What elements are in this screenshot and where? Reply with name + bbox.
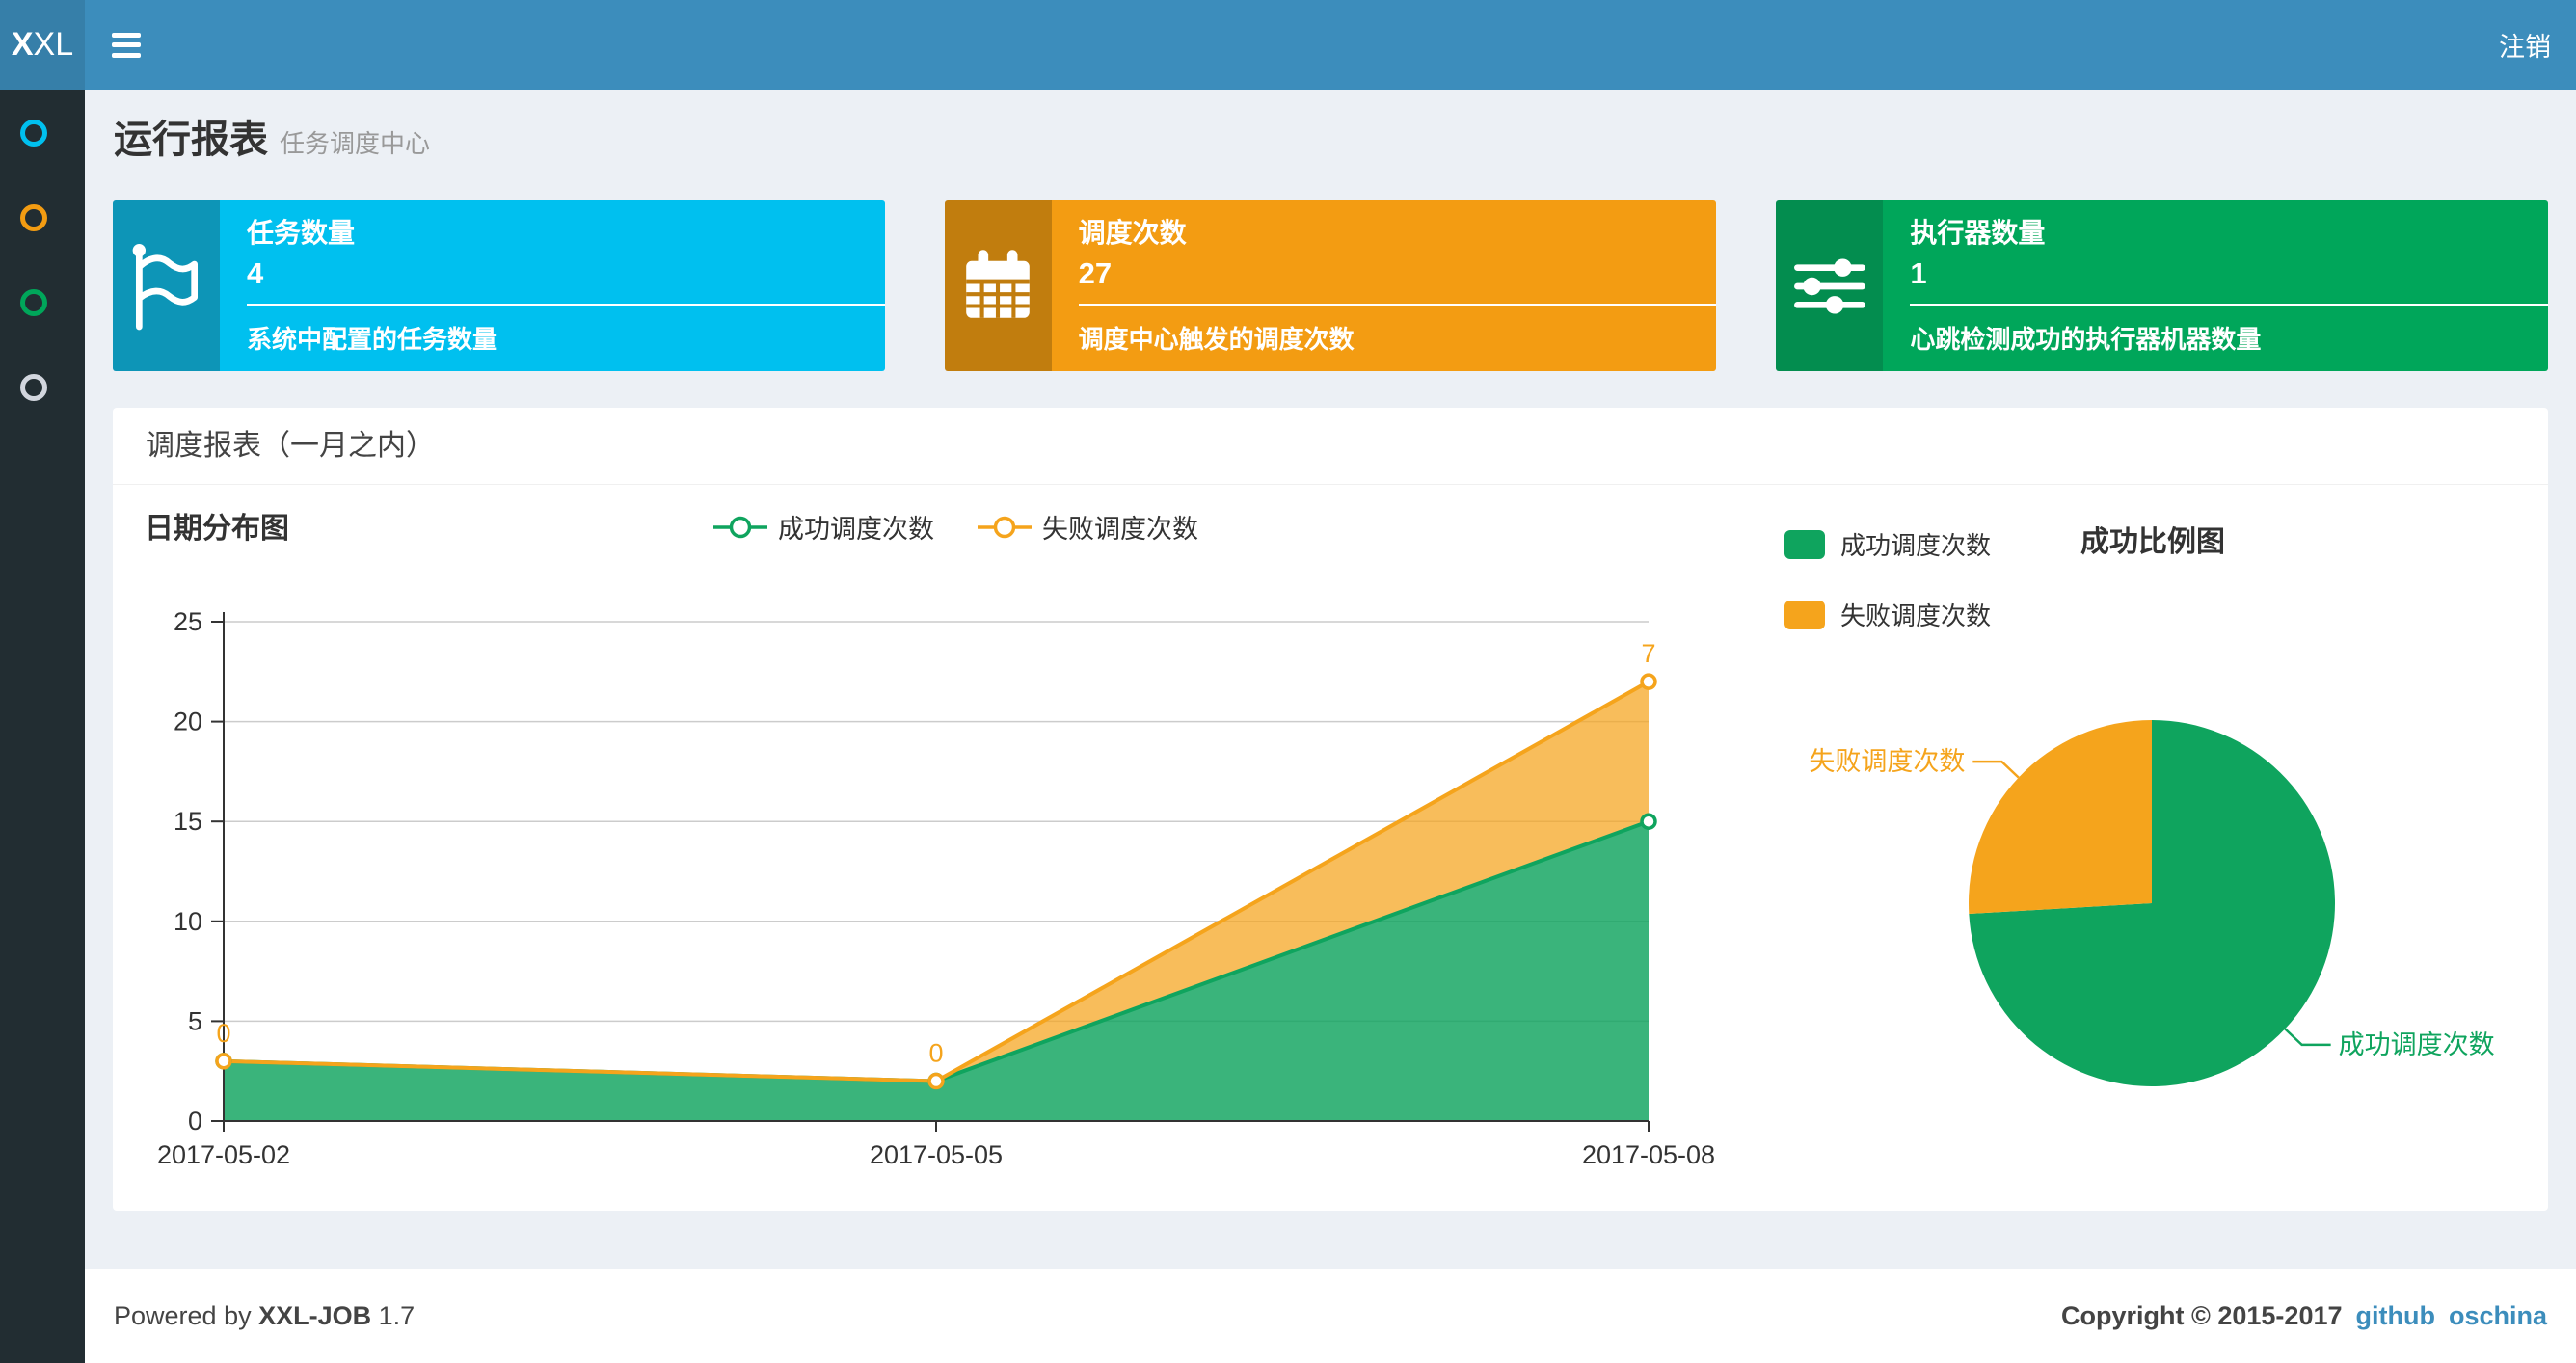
stat-box-body: 调度次数 27 调度中心触发的调度次数 <box>1051 200 1717 371</box>
top-navbar: X XL 注销 <box>0 0 2576 90</box>
stat-value: 27 <box>1078 256 1113 290</box>
sidebar-item-1 circle-outline-icon[interactable] <box>20 120 47 147</box>
stat-box-triggers: 调度次数 27 调度中心触发的调度次数 <box>944 200 1717 371</box>
svg-text:成功调度次数: 成功调度次数 <box>2339 1030 2495 1059</box>
line-chart-legend: 成功调度次数 失败调度次数 <box>705 508 1206 546</box>
legend-item-success[interactable]: 成功调度次数 <box>712 508 934 546</box>
page: X XL 注销 运行报表 任务调度中心 任务数量 4 系统中配置的任务数量 调度… <box>0 0 2576 1363</box>
stat-box-executors: 执行器数量 1 心跳检测成功的执行器机器数量 <box>1776 200 2549 371</box>
svg-text:10: 10 <box>174 907 202 936</box>
stat-value: 1 <box>1910 256 1927 290</box>
svg-text:5: 5 <box>188 1006 202 1035</box>
svg-text:2017-05-02: 2017-05-02 <box>157 1140 290 1169</box>
page-title: 运行报表 <box>114 119 268 161</box>
sidebar-item-3 circle-outline-icon[interactable] <box>20 289 47 316</box>
sidebar <box>0 90 85 1363</box>
sidebar-item-2 circle-outline-icon[interactable] <box>20 204 47 231</box>
svg-text:20: 20 <box>174 708 202 736</box>
svg-text:失败调度次数: 失败调度次数 <box>1809 747 1965 776</box>
svg-text:2017-05-08: 2017-05-08 <box>1582 1140 1715 1169</box>
legend-item-fail[interactable]: 失败调度次数 <box>977 508 1198 546</box>
stat-label: 调度次数 <box>1078 218 1187 248</box>
hamburger-icon <box>112 42 141 47</box>
stat-boxes-row: 任务数量 4 系统中配置的任务数量 调度次数 27 调度中心触发的调度次数 执行… <box>85 200 2576 371</box>
line-chart-title: 日期分布图 <box>145 513 289 545</box>
stat-label: 执行器数量 <box>1910 218 2046 248</box>
report-panel: 调度报表（一月之内） 日期分布图 成功调度次数 失败调度次数 0 5 10 15… <box>113 408 2548 1211</box>
app-logo[interactable]: X XL <box>0 0 85 90</box>
sliders-icon <box>1776 200 1884 371</box>
panel-title: 调度报表（一月之内） <box>113 408 2548 485</box>
calendar-icon <box>944 200 1052 371</box>
sidebar-toggle-button[interactable] <box>112 32 141 58</box>
footer: Powered by XXL-JOB 1.7 Copyright © 2015-… <box>85 1269 2576 1363</box>
hamburger-icon <box>112 32 141 38</box>
hamburger-icon <box>112 52 141 58</box>
svg-text:0: 0 <box>928 1039 943 1068</box>
svg-text:25: 25 <box>174 607 202 636</box>
logout-link[interactable]: 注销 <box>2499 26 2551 64</box>
stat-value: 4 <box>247 256 264 290</box>
success-ratio-pie-chart: 成功调度次数 失败调度次数 <box>1809 720 2495 1086</box>
page-subtitle: 任务调度中心 <box>280 129 431 158</box>
svg-text:15: 15 <box>174 807 202 836</box>
logo-bold: X <box>11 26 34 63</box>
svg-text:0: 0 <box>188 1107 202 1136</box>
svg-text:7: 7 <box>1641 639 1655 668</box>
logo-light: XL <box>33 26 74 63</box>
page-header: 运行报表 任务调度中心 <box>85 90 2576 161</box>
content-area: 运行报表 任务调度中心 任务数量 4 系统中配置的任务数量 调度次数 27 调度… <box>85 90 2576 1268</box>
product-version: 1.7 <box>378 1301 416 1330</box>
stat-label: 任务数量 <box>247 218 356 248</box>
legend-swatch-icon <box>1784 529 1825 559</box>
line-marker-icon <box>713 516 767 538</box>
copyright-text: Copyright © 2015-2017 <box>2060 1301 2343 1330</box>
date-distribution-chart: 05101520252017-05-02 2017-05-05 2017-05-08… <box>157 607 1715 1169</box>
legend-label: 成功调度次数 <box>778 515 934 544</box>
product-name: XXL-JOB <box>258 1301 372 1330</box>
stat-box-jobs: 任务数量 4 系统中配置的任务数量 <box>113 200 885 371</box>
stat-desc: 调度中心触发的调度次数 <box>1078 325 1355 354</box>
line-marker-icon <box>978 516 1032 538</box>
svg-text:0: 0 <box>216 1019 230 1048</box>
svg-text:2017-05-05: 2017-05-05 <box>870 1140 1003 1169</box>
github-link[interactable]: github <box>2356 1301 2435 1331</box>
sidebar-item-4 circle-outline-icon[interactable] <box>20 374 47 401</box>
stat-desc: 系统中配置的任务数量 <box>247 325 498 354</box>
pie-chart-title: 成功比例图 <box>2080 526 2225 558</box>
stat-box-body: 执行器数量 1 心跳检测成功的执行器机器数量 <box>1883 200 2549 371</box>
stat-box-body: 任务数量 4 系统中配置的任务数量 <box>220 200 885 371</box>
stat-desc: 心跳检测成功的执行器机器数量 <box>1910 325 2262 354</box>
legend-label: 失败调度次数 <box>1042 515 1198 544</box>
powered-by-text: Powered by XXL-JOB 1.7 <box>114 1301 416 1330</box>
oschina-link[interactable]: oschina <box>2449 1301 2547 1331</box>
flag-icon <box>113 200 220 371</box>
